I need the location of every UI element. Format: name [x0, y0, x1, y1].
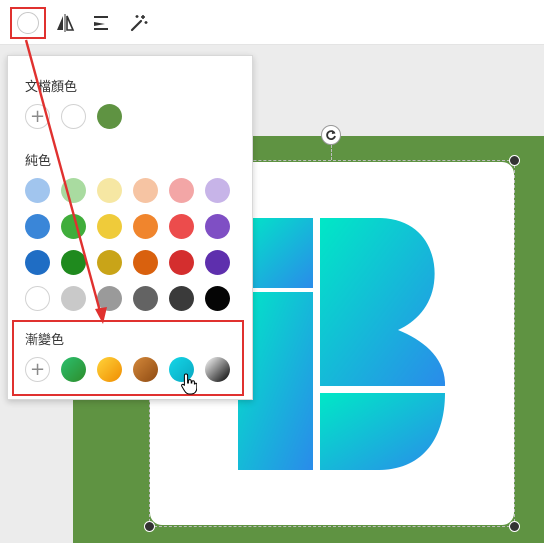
flip-icon [57, 14, 75, 32]
solid-color-swatch[interactable] [205, 250, 230, 275]
resize-handle-bottom-left[interactable] [144, 521, 155, 532]
gradient-highlight-box [12, 320, 244, 396]
add-document-color-button[interactable]: + [25, 104, 50, 129]
magic-wand-icon [130, 15, 148, 32]
solid-color-swatch[interactable] [205, 286, 230, 311]
solid-color-swatch[interactable] [97, 214, 122, 239]
solid-color-swatch[interactable] [25, 286, 50, 311]
solid-color-swatch[interactable] [97, 178, 122, 203]
solid-color-swatch[interactable] [169, 250, 194, 275]
align-button[interactable] [86, 8, 116, 38]
solid-color-swatch[interactable] [205, 178, 230, 203]
rotate-icon [326, 130, 336, 140]
magic-effects-button[interactable] [124, 8, 154, 38]
color-picker-button[interactable] [10, 7, 46, 39]
solid-color-swatch[interactable] [25, 250, 50, 275]
resize-handle-bottom-right[interactable] [509, 521, 520, 532]
solid-color-swatch[interactable] [61, 214, 86, 239]
logo-graphic [238, 218, 446, 470]
document-color-swatch[interactable] [97, 104, 122, 129]
solid-color-swatch[interactable] [169, 286, 194, 311]
solid-color-swatch[interactable] [61, 286, 86, 311]
solid-color-swatch[interactable] [25, 178, 50, 203]
solid-color-swatch[interactable] [97, 250, 122, 275]
solid-color-swatch[interactable] [205, 214, 230, 239]
solid-color-swatch[interactable] [25, 214, 50, 239]
rotate-stem [331, 145, 332, 160]
document-colors-title: 文檔顏色 [25, 80, 78, 95]
document-color-swatch[interactable] [61, 104, 86, 129]
solid-color-swatch[interactable] [61, 178, 86, 203]
top-toolbar [0, 0, 544, 45]
solid-color-swatch[interactable] [61, 250, 86, 275]
solid-color-swatch[interactable] [133, 250, 158, 275]
hand-cursor-icon [181, 373, 198, 398]
solid-color-swatch[interactable] [133, 286, 158, 311]
align-icon [94, 16, 108, 30]
current-color-swatch [17, 12, 39, 34]
flip-button[interactable] [50, 8, 80, 38]
solid-colors-title: 純色 [25, 154, 52, 169]
solid-color-swatch[interactable] [97, 286, 122, 311]
rotate-handle[interactable] [321, 125, 341, 145]
solid-color-swatch[interactable] [169, 178, 194, 203]
resize-handle-top-right[interactable] [509, 155, 520, 166]
solid-color-swatch[interactable] [133, 214, 158, 239]
solid-color-swatch[interactable] [169, 214, 194, 239]
solid-color-swatch[interactable] [133, 178, 158, 203]
